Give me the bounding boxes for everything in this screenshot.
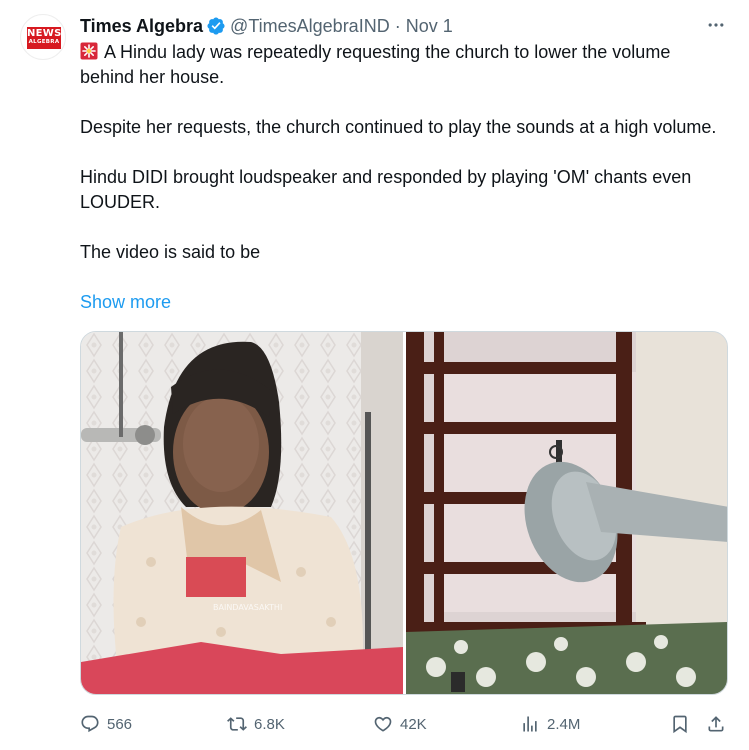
handle[interactable]: @TimesAlgebraIND bbox=[230, 16, 390, 37]
like-icon bbox=[374, 716, 392, 732]
avatar[interactable]: NEWS ALGEBRA bbox=[20, 14, 66, 60]
tweet-paragraph: The video is said to be bbox=[80, 242, 261, 262]
share-button[interactable] bbox=[706, 710, 726, 738]
like-button[interactable]: 42K bbox=[373, 710, 427, 738]
views-count: 2.4M bbox=[547, 715, 581, 733]
bookmark-icon bbox=[673, 715, 687, 734]
media-grid[interactable]: BAINDAVASAKTHI bbox=[80, 331, 728, 695]
separator-dot: · bbox=[394, 15, 401, 36]
loudspeaker-photo bbox=[406, 332, 727, 694]
verified-badge-icon bbox=[206, 16, 226, 36]
reply-icon bbox=[81, 715, 99, 733]
tweet-paragraph: Hindu DIDI brought loudspeaker and respo… bbox=[80, 167, 692, 212]
share-icon bbox=[708, 716, 724, 732]
repost-count: 6.8K bbox=[254, 715, 285, 733]
video-frame-right[interactable] bbox=[406, 332, 727, 694]
logo-line1: NEWS bbox=[27, 28, 62, 39]
repost-button[interactable]: 6.8K bbox=[227, 710, 285, 738]
tweet-paragraph-text: A Hindu lady was repeatedly requesting t… bbox=[80, 42, 671, 87]
reply-count: 566 bbox=[107, 715, 133, 733]
more-icon[interactable] bbox=[705, 14, 727, 36]
tweet-actions: 566 6.8K 42K 2.4M bbox=[80, 710, 728, 738]
tweet-paragraph: Despite her requests, the church continu… bbox=[80, 117, 717, 137]
tweet-paragraph: A Hindu lady was repeatedly requesting t… bbox=[80, 40, 720, 90]
media-watermark: BAINDAVASAKTHI bbox=[213, 603, 282, 612]
woman-photo: BAINDAVASAKTHI bbox=[81, 332, 403, 694]
repost-icon bbox=[227, 717, 247, 731]
views-button[interactable]: 2.4M bbox=[520, 710, 580, 738]
siren-icon bbox=[80, 42, 98, 60]
news-algebra-logo: NEWS ALGEBRA bbox=[27, 27, 61, 49]
views-icon bbox=[523, 716, 537, 732]
show-more-link[interactable]: Show more bbox=[80, 292, 171, 313]
timestamp[interactable]: Nov 1 bbox=[406, 16, 453, 37]
reply-button[interactable]: 566 bbox=[80, 710, 132, 738]
logo-line2: ALGEBRA bbox=[28, 39, 60, 45]
tweet-header: Times Algebra @TimesAlgebraIND · Nov 1 bbox=[80, 14, 453, 38]
tweet-text: A Hindu lady was repeatedly requesting t… bbox=[80, 40, 720, 265]
bookmark-button[interactable] bbox=[670, 710, 690, 738]
like-count: 42K bbox=[400, 715, 427, 733]
display-name[interactable]: Times Algebra bbox=[80, 16, 203, 37]
video-frame-left[interactable]: BAINDAVASAKTHI bbox=[81, 332, 403, 694]
